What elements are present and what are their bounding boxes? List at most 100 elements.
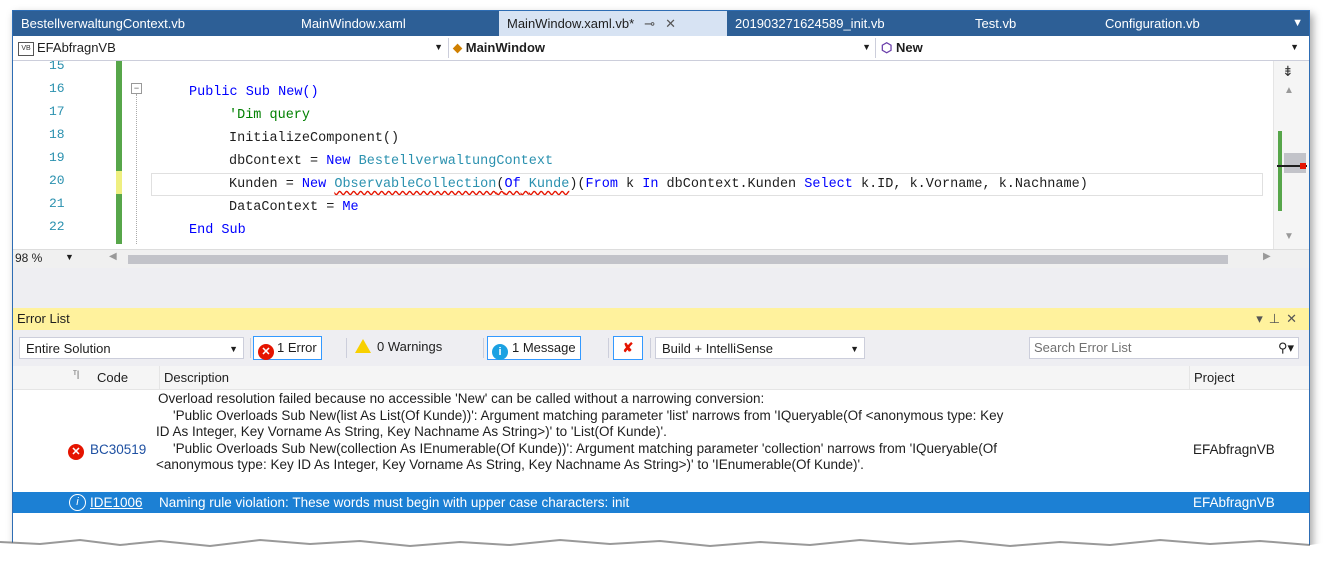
warnings-label: 0 Warnings bbox=[377, 339, 443, 354]
pin-icon[interactable]: ⊸ bbox=[644, 16, 655, 31]
navigation-bar: VB EFAbfragnVB ▼ ⬥ MainWindow ▼ ⬡ New ▼ bbox=[13, 36, 1309, 61]
panel-title: Error List bbox=[17, 311, 70, 326]
chevron-down-icon: ▼ bbox=[1290, 42, 1299, 52]
keyword: New bbox=[326, 154, 351, 169]
description-line: Overload resolution failed because no ac… bbox=[158, 391, 765, 406]
code-line: End Sub bbox=[189, 219, 246, 242]
saved-change-marker bbox=[116, 194, 122, 244]
tab-label: MainWindow.xaml.vb* bbox=[507, 16, 635, 31]
chevron-down-icon: ▼ bbox=[434, 42, 443, 52]
type-combo[interactable]: ⬥ MainWindow ▼ bbox=[453, 38, 873, 57]
unsaved-change-marker bbox=[116, 171, 122, 194]
error-list-header: Error List ▾⊥✕ bbox=[13, 308, 1309, 330]
code-area[interactable]: Public Sub New() 'Dim query InitializeCo… bbox=[141, 61, 1271, 251]
column-header-icon[interactable]: ᵀ| bbox=[13, 366, 93, 389]
horizontal-scrollbar[interactable]: 98 % ▼ ◀ ▶ bbox=[13, 249, 1309, 268]
tab-label: Configuration.vb bbox=[1105, 16, 1200, 31]
tab-test[interactable]: Test.vb bbox=[967, 11, 1077, 36]
message-code-link[interactable]: IDE1006 bbox=[90, 492, 143, 513]
type-name: MainWindow bbox=[465, 40, 546, 55]
errors-filter-button[interactable]: ✕ 1 Error bbox=[253, 336, 322, 360]
warning-icon bbox=[355, 339, 371, 353]
keyword: Me bbox=[342, 200, 359, 215]
divider bbox=[448, 38, 449, 58]
column-header-description[interactable]: Description bbox=[159, 366, 1189, 389]
warnings-filter-button[interactable]: 0 Warnings bbox=[351, 336, 446, 360]
errors-label: 1 Error bbox=[277, 340, 317, 355]
filter-icon[interactable]: ᵀ| bbox=[73, 363, 79, 386]
tab-init[interactable]: 201903271624589_init.vb bbox=[727, 11, 957, 36]
table-row[interactable]: ✕ BC30519 Overload resolution failed bec… bbox=[13, 389, 1309, 489]
tab-bestellverwaltungcontext[interactable]: BestellverwaltungContext.vb bbox=[13, 11, 275, 36]
close-icon[interactable]: ✕ bbox=[1286, 311, 1303, 326]
tab-mainwindow-xaml[interactable]: MainWindow.xaml bbox=[293, 11, 463, 36]
method-icon: ⬡ bbox=[881, 40, 893, 55]
type-name: ObservableCollection bbox=[334, 177, 497, 192]
chevron-down-icon: ▼ bbox=[229, 344, 238, 354]
description-line: 'Public Overloads Sub New(list As List(O… bbox=[158, 407, 1004, 423]
close-icon[interactable]: ✕ bbox=[665, 16, 676, 31]
keyword: End Sub bbox=[189, 223, 246, 238]
line-number: 20 bbox=[49, 173, 65, 188]
code-text: k.ID, k.Vorname, k.Nachname) bbox=[852, 177, 1088, 192]
scope-combo[interactable]: Entire Solution ▼ bbox=[19, 337, 244, 359]
line-number: 18 bbox=[49, 127, 65, 142]
scroll-right-icon[interactable]: ▶ bbox=[1263, 251, 1271, 262]
tab-label: Test.vb bbox=[975, 16, 1017, 31]
column-header-code[interactable]: Code bbox=[93, 366, 159, 389]
source-value: Build + IntelliSense bbox=[662, 341, 773, 356]
tab-mainwindow-xaml-vb[interactable]: MainWindow.xaml.vb* ⊸ ✕ bbox=[499, 11, 727, 36]
outline-guide bbox=[136, 94, 138, 244]
divider bbox=[483, 338, 484, 358]
messages-filter-button[interactable]: i 1 Message bbox=[487, 336, 581, 360]
pin-icon[interactable]: ⊥ bbox=[1269, 311, 1286, 326]
member-name: New bbox=[895, 40, 923, 55]
scroll-down-icon[interactable]: ▼ bbox=[1284, 231, 1294, 242]
project-name: EFAbfragnVB bbox=[1193, 495, 1275, 510]
zoom-dropdown-icon[interactable]: ▼ bbox=[65, 252, 74, 262]
info-icon: i bbox=[492, 344, 508, 360]
scroll-left-icon[interactable]: ◀ bbox=[109, 251, 117, 262]
messages-label: 1 Message bbox=[512, 340, 576, 355]
tab-configuration[interactable]: Configuration.vb bbox=[1097, 11, 1267, 36]
chevron-down-icon: ▼ bbox=[850, 344, 859, 354]
keyword: Select bbox=[804, 177, 853, 192]
scroll-thumb[interactable] bbox=[128, 255, 1228, 264]
clear-filter-button[interactable]: ✘ bbox=[613, 336, 643, 360]
info-icon: i bbox=[69, 494, 86, 511]
code-text: New() bbox=[270, 85, 319, 100]
dropdown-icon[interactable]: ▾ bbox=[1256, 311, 1269, 326]
torn-edge-decoration bbox=[0, 538, 1324, 577]
search-icon[interactable]: ⚲▾ bbox=[1278, 338, 1294, 358]
search-placeholder: Search Error List bbox=[1034, 340, 1132, 355]
code-editor[interactable]: 15 16 17 18 19 20 21 22 − Public Sub New… bbox=[13, 61, 1309, 268]
ide-window: BestellverwaltungContext.vb MainWindow.x… bbox=[12, 10, 1310, 548]
split-icon[interactable]: ⇟ bbox=[1282, 63, 1294, 80]
divider bbox=[346, 338, 347, 358]
chevron-down-icon: ▼ bbox=[862, 42, 871, 52]
error-list-toolbar: Entire Solution ▼ ✕ 1 Error 0 Warnings i1… bbox=[13, 330, 1309, 366]
keyword: New bbox=[301, 177, 327, 192]
column-label: Project bbox=[1194, 370, 1235, 385]
search-input[interactable]: Search Error List ⚲▾ bbox=[1029, 337, 1299, 359]
vertical-scrollbar[interactable]: ⇟ ▲ ▼ bbox=[1273, 61, 1309, 251]
line-number: 22 bbox=[49, 219, 65, 234]
keyword: From bbox=[585, 177, 618, 192]
project-combo[interactable]: VB EFAbfragnVB ▼ bbox=[15, 38, 445, 57]
code-line: Kunden = New ObservableCollection(Of Kun… bbox=[229, 173, 1088, 196]
message-description: Naming rule violation: These words must … bbox=[159, 495, 630, 510]
error-marker bbox=[1300, 163, 1306, 169]
zoom-level[interactable]: 98 % bbox=[15, 251, 42, 265]
keyword: Public Sub bbox=[189, 85, 271, 100]
column-header-project[interactable]: Project bbox=[1189, 366, 1309, 389]
clear-filter-icon: ✘ bbox=[622, 340, 634, 355]
source-combo[interactable]: Build + IntelliSense ▼ bbox=[655, 337, 865, 359]
code-text: k bbox=[617, 177, 643, 192]
keyword: In bbox=[642, 177, 659, 192]
keyword: Of bbox=[504, 177, 521, 192]
table-row-selected[interactable]: i IDE1006 Naming rule violation: These w… bbox=[13, 492, 1309, 513]
tab-overflow-icon[interactable]: ▼ bbox=[1292, 11, 1303, 36]
error-code-link[interactable]: BC30519 bbox=[90, 442, 146, 457]
scroll-up-icon[interactable]: ▲ bbox=[1284, 85, 1294, 96]
member-combo[interactable]: ⬡ New ▼ bbox=[881, 38, 1301, 57]
